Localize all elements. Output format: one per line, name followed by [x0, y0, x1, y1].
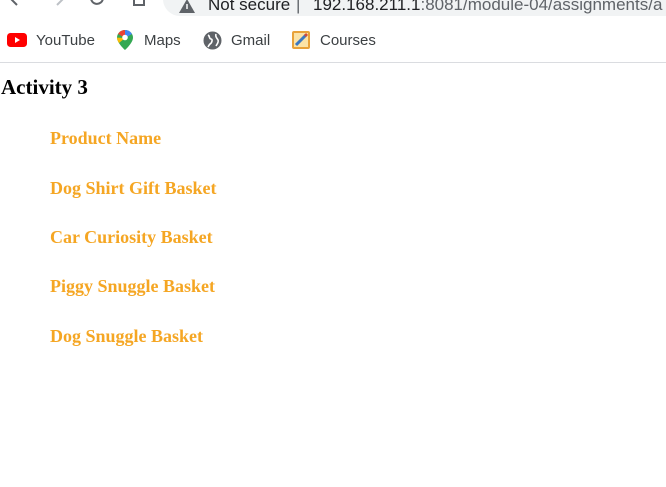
home-button[interactable] — [127, 0, 151, 10]
product-header: Product Name — [50, 128, 162, 148]
notepad-icon — [291, 30, 311, 50]
bookmark-maps[interactable]: Maps — [115, 29, 181, 51]
forward-button[interactable] — [48, 0, 72, 10]
bookmarks-bar: YouTube Maps Gmail Courses — [0, 20, 666, 63]
back-arrow-icon — [10, 0, 18, 6]
bookmark-youtube[interactable]: YouTube — [7, 29, 95, 51]
security-status-label[interactable]: Not secure — [208, 0, 290, 15]
url-text[interactable]: 192.168.211.1:8081/module-04/assignments… — [313, 0, 662, 15]
product-item: Dog Snuggle Basket — [50, 326, 204, 346]
forward-arrow-icon — [56, 0, 64, 6]
page-title: Activity 3 — [1, 75, 88, 99]
back-button[interactable] — [2, 0, 26, 10]
home-icon — [133, 0, 145, 6]
product-item: Car Curiosity Basket — [50, 227, 213, 247]
warning-triangle-icon — [179, 0, 195, 18]
product-item: Dog Shirt Gift Basket — [50, 178, 217, 198]
reload-button[interactable] — [85, 0, 109, 10]
bookmark-gmail[interactable]: Gmail — [202, 29, 270, 51]
maps-pin-icon — [115, 30, 135, 50]
globe-icon — [202, 30, 222, 50]
youtube-icon — [7, 30, 27, 50]
bookmark-label: Maps — [144, 31, 181, 49]
bookmark-label: Courses — [320, 31, 376, 49]
bookmark-label: YouTube — [36, 31, 95, 49]
reload-icon — [90, 0, 104, 5]
address-separator: | — [296, 0, 301, 14]
address-bar[interactable]: Not secure | 192.168.211.1:8081/module-0… — [163, 0, 666, 16]
url-path: :8081/module-04/assignments/a — [420, 0, 663, 14]
browser-toolbar: Not secure | 192.168.211.1:8081/module-0… — [0, 0, 666, 20]
product-item: Piggy Snuggle Basket — [50, 276, 216, 296]
bookmark-courses[interactable]: Courses — [291, 29, 376, 51]
bookmark-label: Gmail — [231, 31, 271, 49]
url-host: 192.168.211.1 — [313, 0, 421, 14]
